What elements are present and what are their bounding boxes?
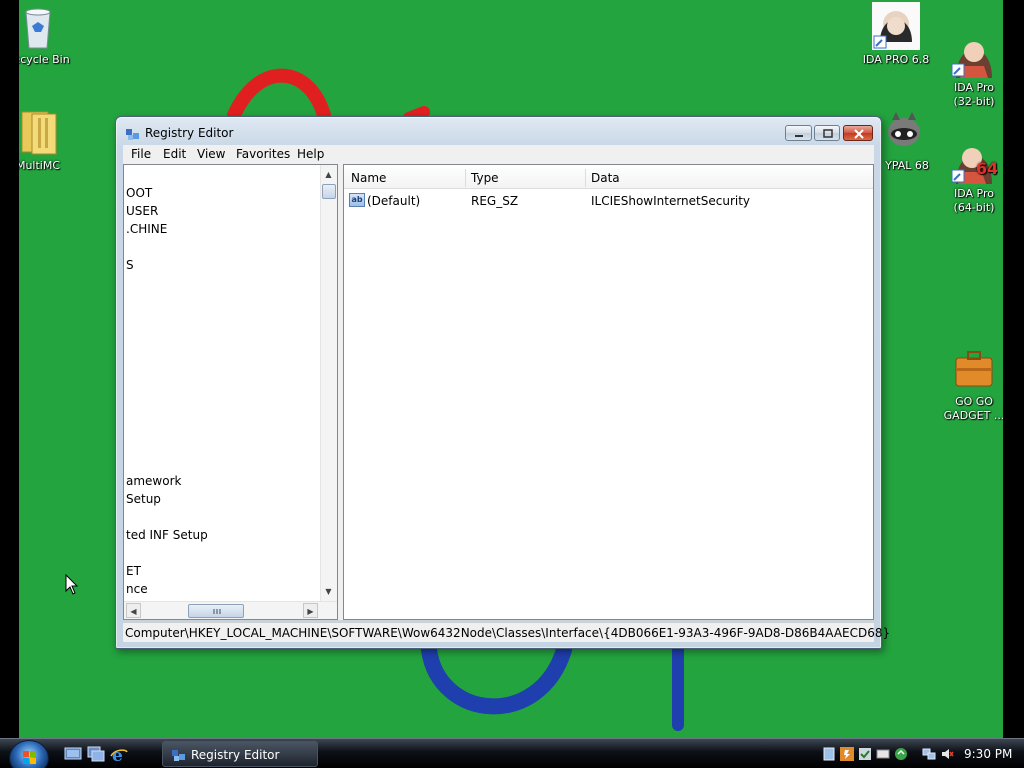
tree-vertical-scrollbar[interactable]: ▲ ▼: [320, 165, 337, 601]
menu-help[interactable]: Help: [297, 147, 324, 161]
title-bar[interactable]: Registry Editor: [116, 117, 881, 145]
clock[interactable]: 9:30 PM: [964, 747, 1012, 761]
tray-flash-icon[interactable]: [840, 747, 854, 761]
folder-icon: [19, 108, 62, 156]
vertical-scroll-thumb[interactable]: [322, 184, 336, 199]
taskbar: e Registry Editor 9:30 PM: [0, 738, 1024, 768]
value-data: ILCIEShowInternetSecurity: [591, 194, 751, 208]
svg-text:64: 64: [976, 159, 998, 178]
desktop-icon-ida-pro-68[interactable]: IDA PRO 6.8: [860, 2, 932, 67]
tree-item[interactable]: .CHINE: [126, 222, 167, 236]
restore-button[interactable]: [814, 125, 840, 141]
desktop-icon-multimc[interactable]: MultiMC: [19, 108, 74, 173]
recycle-bin-icon: [19, 2, 62, 50]
show-desktop-icon[interactable]: [64, 746, 82, 762]
value-name: (Default): [367, 194, 421, 208]
tree-item[interactable]: USER: [126, 204, 158, 218]
start-button[interactable]: [9, 740, 49, 768]
value-type: REG_SZ: [471, 194, 519, 208]
scroll-up-arrow-icon[interactable]: ▲: [321, 167, 336, 182]
desktop-icon-label: YPAL 68: [885, 159, 929, 172]
scroll-left-arrow-icon[interactable]: ◀: [126, 603, 141, 618]
tray-security-icon[interactable]: [858, 747, 872, 761]
desktop-icon-label: IDA PRO 6.8: [862, 53, 930, 66]
briefcase-icon: [950, 330, 998, 387]
key-tree-pane[interactable]: OOT USER .CHINE S amework Setup ted INF …: [123, 164, 338, 620]
tray-sync-icon[interactable]: [894, 747, 908, 761]
column-header-type[interactable]: Type: [471, 171, 499, 185]
column-divider[interactable]: [465, 169, 466, 187]
windows-logo-icon: [23, 751, 36, 764]
tree-item[interactable]: ted INF Setup: [126, 528, 208, 542]
desktop-icon-ida-pro-32[interactable]: IDA Pro (32-bit): [938, 2, 1003, 109]
minimize-button[interactable]: [785, 125, 812, 141]
registry-editor-window[interactable]: Registry Editor File Edit View Favorites…: [115, 116, 890, 649]
horizontal-scroll-thumb[interactable]: [188, 604, 244, 618]
values-list-pane[interactable]: Name Type Data ab (Default) REG_SZ ILCIE…: [343, 164, 874, 620]
svg-text:e: e: [112, 746, 123, 762]
tree-item[interactable]: amework: [126, 474, 181, 488]
menu-favorites[interactable]: Favorites: [236, 147, 290, 161]
menu-view[interactable]: View: [197, 147, 225, 161]
tree-item[interactable]: ET: [126, 564, 141, 578]
desktop-icon-recycle-bin[interactable]: Recycle Bin: [19, 2, 74, 67]
ida-portrait-icon: [872, 2, 920, 50]
tray-app-icon[interactable]: [822, 747, 836, 761]
menu-bar: File Edit View Favorites Help: [123, 145, 874, 164]
tree-horizontal-scrollbar[interactable]: ◀ ▶: [124, 601, 337, 619]
desktop-icon-label: IDA Pro (32-bit): [953, 81, 995, 108]
regedit-app-icon: [172, 750, 185, 761]
tree-item[interactable]: S: [126, 258, 134, 272]
tree-item[interactable]: nce: [126, 582, 148, 596]
notification-area: 9:30 PM: [816, 739, 1024, 768]
desktop-icon-ida-pro-64[interactable]: 64 IDA Pro (64-bit): [938, 108, 1003, 215]
volume-muted-icon[interactable]: [940, 747, 954, 761]
taskbar-button-label: Registry Editor: [191, 748, 280, 762]
close-button[interactable]: [843, 125, 873, 141]
desktop-icon-label: MultiMC: [19, 159, 61, 172]
key-path-status: Computer\HKEY_LOCAL_MACHINE\SOFTWARE\Wow…: [125, 626, 891, 640]
ida-portrait-icon: 64: [950, 122, 998, 184]
tree-item[interactable]: Setup: [126, 492, 161, 506]
raccoon-icon: [878, 108, 926, 156]
scroll-right-arrow-icon[interactable]: ▶: [303, 603, 318, 618]
desktop-icon-label: IDA Pro (64-bit): [953, 187, 995, 214]
status-bar: Computer\HKEY_LOCAL_MACHINE\SOFTWARE\Wow…: [123, 622, 890, 642]
switch-windows-icon[interactable]: [87, 746, 105, 762]
list-header: Name Type Data: [344, 165, 873, 189]
menu-edit[interactable]: Edit: [163, 147, 186, 161]
ida-portrait-icon: [950, 16, 998, 78]
mouse-cursor-icon: [65, 574, 79, 595]
column-header-data[interactable]: Data: [591, 171, 620, 185]
column-header-name[interactable]: Name: [351, 171, 386, 185]
desktop-icon-go-go-gadget[interactable]: GO GO GADGET ...: [938, 316, 1003, 423]
tree-item[interactable]: OOT: [126, 186, 152, 200]
internet-explorer-icon[interactable]: e: [110, 746, 128, 762]
desktop-icon-label: Recycle Bin: [19, 53, 70, 66]
taskbar-button-registry-editor[interactable]: Registry Editor: [162, 741, 318, 767]
regedit-app-icon: [126, 129, 139, 140]
tray-keyboard-icon[interactable]: [876, 747, 890, 761]
scroll-down-arrow-icon[interactable]: ▼: [321, 584, 336, 599]
menu-file[interactable]: File: [131, 147, 151, 161]
window-title: Registry Editor: [145, 126, 234, 140]
client-area: OOT USER .CHINE S amework Setup ted INF …: [123, 164, 874, 620]
network-icon[interactable]: [922, 747, 936, 761]
column-divider[interactable]: [585, 169, 586, 187]
desktop-icon-label: GO GO GADGET ...: [943, 395, 1003, 422]
reg-sz-icon: ab: [349, 193, 365, 207]
